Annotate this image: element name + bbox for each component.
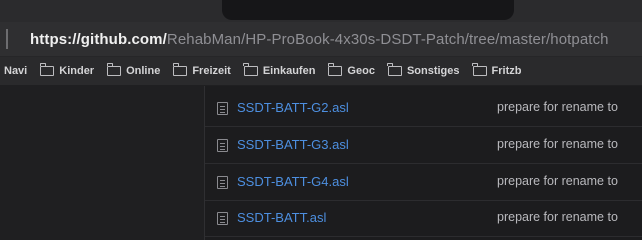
file-icon <box>217 212 228 225</box>
active-tab[interactable] <box>222 0 514 20</box>
folder-icon <box>472 63 487 76</box>
file-link[interactable]: SSDT-BATT-G2.asl <box>237 100 349 115</box>
commit-message[interactable]: prepare for rename to <box>497 210 618 224</box>
bookmark-kinder[interactable]: Kinder <box>39 63 95 77</box>
file-row: SSDT-BATT-G4.asl prepare for rename to <box>205 164 642 201</box>
bookmark-einkaufen[interactable]: Einkaufen <box>243 63 316 77</box>
url-path: RehabMan/HP-ProBook-4x30s-DSDT-Patch/tre… <box>166 30 609 48</box>
file-link[interactable]: SSDT-BATT-G3.asl <box>237 137 349 152</box>
folder-icon <box>172 63 188 76</box>
page-content: SSDT-BATT-G2.asl prepare for rename to S… <box>0 86 642 240</box>
left-pane <box>0 86 204 240</box>
folder-icon <box>106 63 122 76</box>
file-icon <box>217 176 228 189</box>
bookmark-label: Freizeit <box>192 65 231 77</box>
file-row: SSDT-BATT-G2.asl prepare for rename to <box>205 90 642 127</box>
bookmark-label: Sonstiges <box>406 65 460 77</box>
commit-message[interactable]: prepare for rename to <box>497 174 618 188</box>
file-row: SSDT-BATT-G3.asl prepare for rename to <box>205 127 642 164</box>
folder-icon <box>243 63 258 76</box>
bookmark-freizeit[interactable]: Freizeit <box>172 63 231 77</box>
folder-icon <box>387 63 402 76</box>
file-list: SSDT-BATT-G2.asl prepare for rename to S… <box>205 86 642 240</box>
bookmark-label: Geoc <box>347 65 375 77</box>
url-host: https://github.com/ <box>30 30 167 48</box>
commit-message[interactable]: prepare for rename to <box>497 100 618 114</box>
url-text[interactable]: https://github.com/RehabMan/HP-ProBook-4… <box>30 31 609 48</box>
commit-message[interactable]: prepare for rename to <box>497 137 618 151</box>
bookmark-label: Navi <box>4 65 28 77</box>
file-icon <box>217 139 228 152</box>
bookmark-label: Kinder <box>59 65 95 77</box>
bookmarks-bar: Navi Kinder Online Freizeit Einkaufen Ge… <box>0 57 642 85</box>
bookmark-label: Fritzb <box>491 65 522 77</box>
address-bar-separator <box>6 29 8 49</box>
bookmark-sonstiges[interactable]: Sonstiges <box>387 63 460 77</box>
folder-icon <box>327 63 343 76</box>
file-link[interactable]: SSDT-BATT-G4.asl <box>237 174 349 189</box>
bookmark-label: Online <box>126 65 161 77</box>
file-link[interactable]: SSDT-BATT.asl <box>237 210 326 225</box>
bookmark-navi[interactable]: Navi <box>4 65 27 77</box>
address-bar[interactable]: https://github.com/RehabMan/HP-ProBook-4… <box>0 22 642 57</box>
tab-strip <box>0 0 642 22</box>
file-row: SSDT-BATT.asl prepare for rename to <box>205 200 642 237</box>
bookmark-label: Einkaufen <box>262 65 316 77</box>
bookmark-online[interactable]: Online <box>106 63 161 77</box>
file-icon <box>217 102 228 115</box>
bookmark-fritzb[interactable]: Fritzb <box>472 63 522 77</box>
folder-icon <box>39 63 55 76</box>
bookmark-geoc[interactable]: Geoc <box>327 63 375 77</box>
